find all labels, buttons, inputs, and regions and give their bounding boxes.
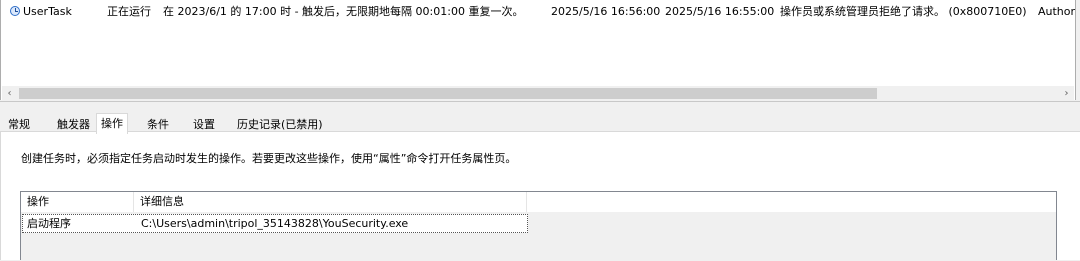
action-type-cell: 启动程序 [27,217,71,230]
pane-splitter[interactable] [0,101,1080,109]
scroll-right-arrow-icon[interactable]: › [1059,86,1074,100]
column-header-details[interactable]: 详细信息 [134,192,527,212]
action-details-cell: C:\Users\admin\tripol_35143828\YouSecuri… [141,217,409,230]
scroll-thumb[interactable] [19,88,877,99]
clock-icon [10,6,20,16]
task-last-run: 2025/5/16 16:55:00 [665,5,775,18]
scroll-left-arrow-icon[interactable]: ‹ [2,86,17,100]
tab-strip: 常规 触发器 操作 条件 设置 历史记录(已禁用) [0,112,1080,134]
actions-table[interactable]: 操作 详细信息 启动程序 C:\Users\admin\tripol_35143… [20,191,1057,261]
tab-actions[interactable]: 操作 [96,113,128,134]
task-next-run: 2025/5/16 16:56:00 [551,5,661,18]
actions-table-header: 操作 详细信息 [21,192,1056,212]
task-list[interactable]: UserTask 正在运行 在 2023/6/1 的 17:00 时 - 触发后… [0,0,1076,100]
task-status: 正在运行 [107,5,151,18]
task-row-usertask[interactable]: UserTask 正在运行 在 2023/6/1 的 17:00 时 - 触发后… [1,0,1075,24]
column-header-action[interactable]: 操作 [21,192,134,212]
horizontal-scrollbar[interactable]: ‹ › [2,86,1074,100]
task-name: UserTask [23,5,72,18]
task-last-result: 操作员或系统管理员拒绝了请求。 (0x800710E0) [780,5,1027,18]
task-author: Author [1038,5,1075,18]
table-row[interactable]: 启动程序 C:\Users\admin\tripol_35143828\YouS… [22,214,528,233]
actions-description: 创建任务时，必须指定任务启动时发生的操作。若要更改这些操作，使用“属性”命令打开… [21,152,517,165]
task-trigger: 在 2023/6/1 的 17:00 时 - 触发后，无限期地每隔 00:01:… [163,5,524,18]
